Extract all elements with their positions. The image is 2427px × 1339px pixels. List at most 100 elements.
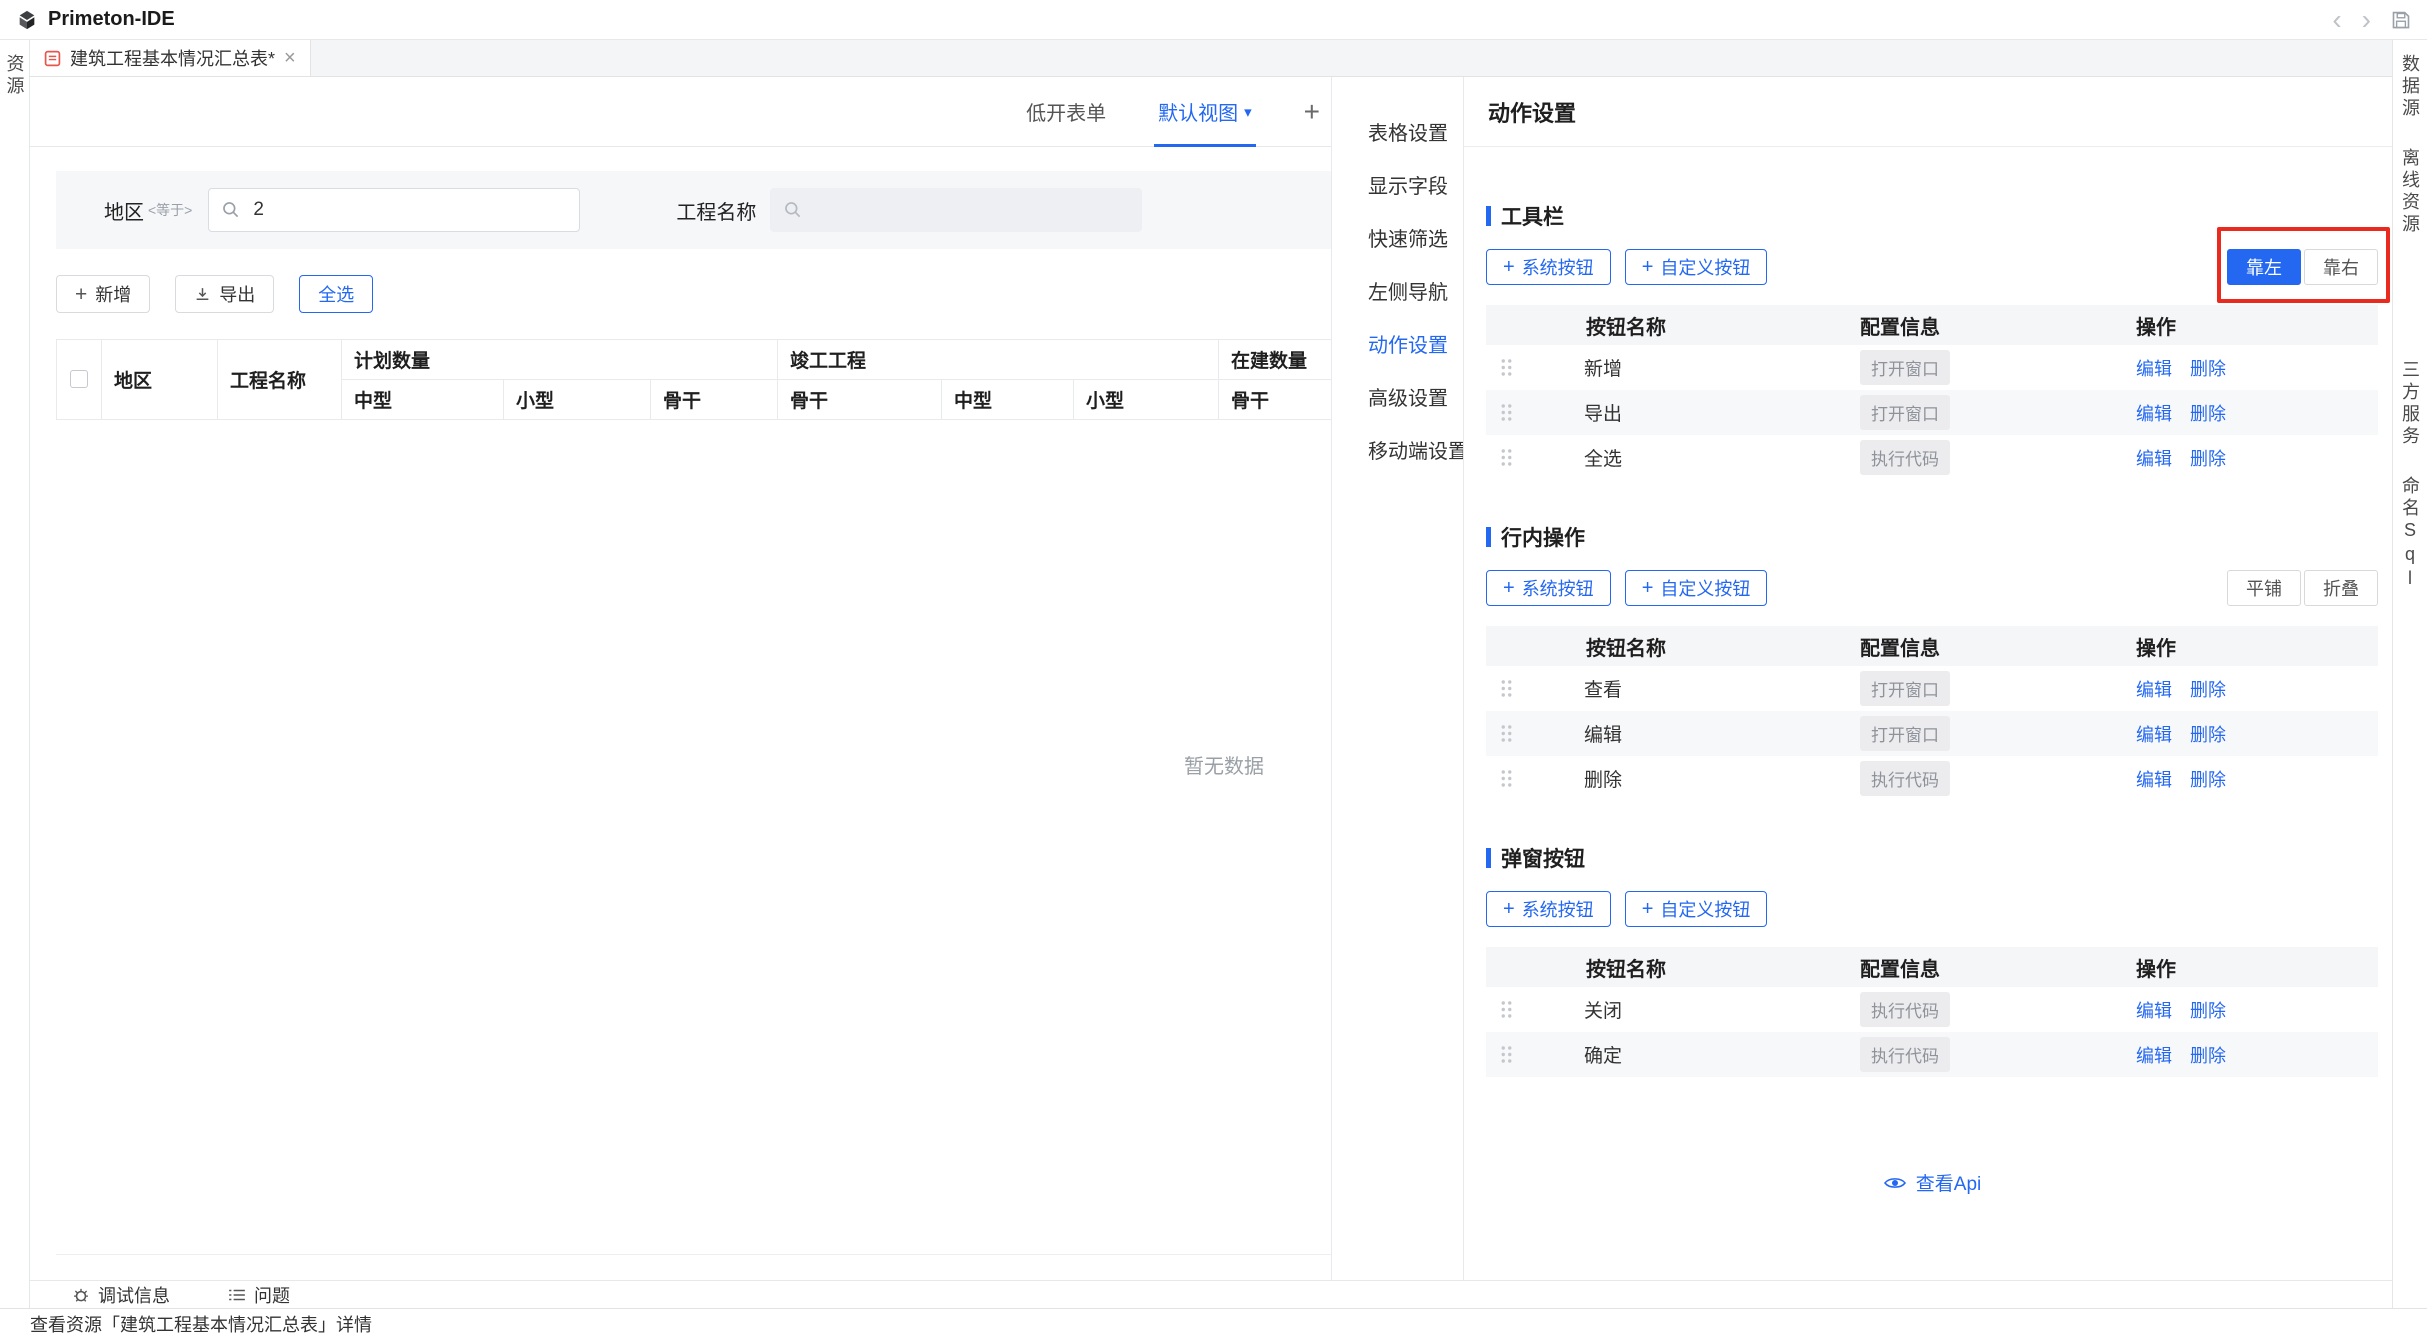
debug-info-button[interactable]: 调试信息	[72, 1282, 170, 1308]
plus-icon: +	[1642, 578, 1654, 598]
edit-link[interactable]: 编辑	[2136, 721, 2172, 747]
select-all-checkbox[interactable]	[70, 370, 88, 388]
rail-item-datasource[interactable]: 数据源	[2397, 54, 2423, 120]
filter-region-input[interactable]	[208, 188, 580, 232]
delete-link[interactable]: 删除	[2190, 400, 2226, 426]
nav-back-icon[interactable]: ‹	[2332, 6, 2341, 34]
accent-bar	[1486, 527, 1491, 547]
toolbar-buttons-table: 按钮名称 配置信息 操作 新增 打开窗口 编辑删除	[1486, 305, 2378, 480]
left-rail: 资源	[0, 40, 30, 1308]
tile-toggle[interactable]: 平铺	[2227, 570, 2301, 606]
panel-title: 动作设置	[1464, 77, 2392, 147]
drag-handle-icon[interactable]	[1500, 1045, 1584, 1064]
plus-icon: +	[1503, 899, 1515, 919]
drag-handle-icon[interactable]	[1500, 358, 1584, 377]
delete-link[interactable]: 删除	[2190, 766, 2226, 792]
col-header: 小型	[504, 380, 651, 420]
button-name: 全选	[1584, 444, 1860, 471]
custom-button-add[interactable]: + 自定义按钮	[1625, 891, 1768, 927]
drag-handle-icon[interactable]	[1500, 769, 1584, 788]
delete-link[interactable]: 删除	[2190, 721, 2226, 747]
drag-handle-icon[interactable]	[1500, 448, 1584, 467]
add-view-button[interactable]: +	[1304, 98, 1320, 126]
col-header: 中型	[942, 380, 1074, 420]
rail-item-named-sql[interactable]: 命名Sql	[2397, 476, 2423, 592]
filter-region-searchbox	[208, 188, 580, 232]
nav-forward-icon[interactable]: ›	[2362, 6, 2371, 34]
col-header-region: 地区	[102, 340, 218, 420]
tab-form-summary[interactable]: 建筑工程基本情况汇总表* ×	[30, 40, 311, 76]
settings-nav-fields[interactable]: 显示字段	[1332, 158, 1463, 211]
edit-link[interactable]: 编辑	[2136, 400, 2172, 426]
drag-handle-icon[interactable]	[1500, 1000, 1584, 1019]
custom-button-add[interactable]: + 自定义按钮	[1625, 570, 1768, 606]
filter-project-label: 工程名称	[676, 196, 756, 225]
edit-link[interactable]: 编辑	[2136, 355, 2172, 381]
debug-bar: 调试信息 问题	[30, 1280, 2392, 1308]
delete-link[interactable]: 删除	[2190, 997, 2226, 1023]
button-name: 编辑	[1584, 720, 1860, 747]
section-inline-ops-title: 行内操作	[1486, 522, 2378, 552]
app-window: Primeton-IDE ‹ › 资源 建筑工程基本情况汇总表* ×	[0, 0, 2427, 1339]
select-all-button[interactable]: 全选	[299, 275, 373, 313]
edit-link[interactable]: 编辑	[2136, 766, 2172, 792]
system-button-add[interactable]: + 系统按钮	[1486, 891, 1611, 927]
table-row: 新增 打开窗口 编辑删除	[1486, 345, 2378, 390]
delete-link[interactable]: 删除	[2190, 676, 2226, 702]
settings-nav-advanced[interactable]: 高级设置	[1332, 370, 1463, 423]
system-button-add[interactable]: + 系统按钮	[1486, 570, 1611, 606]
drag-handle-icon[interactable]	[1500, 403, 1584, 422]
filter-region-operator[interactable]: <等于>	[148, 200, 192, 220]
align-left-toggle[interactable]: 靠左	[2227, 249, 2301, 285]
section-inline-ops: 行内操作 + 系统按钮 + 自定义按钮	[1486, 522, 2378, 801]
tab-close-icon[interactable]: ×	[284, 48, 296, 68]
settings-nav-left-nav[interactable]: 左侧导航	[1332, 264, 1463, 317]
dialog-buttons-table: 按钮名称 配置信息 操作 关闭 执行代码 编辑删除	[1486, 947, 2378, 1077]
delete-link[interactable]: 删除	[2190, 1042, 2226, 1068]
th-config-info: 配置信息	[1860, 632, 2136, 661]
add-row-button[interactable]: + 新增	[56, 275, 150, 313]
delete-link[interactable]: 删除	[2190, 355, 2226, 381]
search-icon	[783, 200, 802, 219]
edit-link[interactable]: 编辑	[2136, 997, 2172, 1023]
default-view-tab[interactable]: 默认视图 ▾	[1158, 77, 1252, 146]
drag-handle-icon[interactable]	[1500, 724, 1584, 743]
edit-link[interactable]: 编辑	[2136, 1042, 2172, 1068]
config-chip: 打开窗口	[1860, 671, 1950, 706]
collapse-toggle[interactable]: 折叠	[2304, 570, 2378, 606]
debug-icon	[72, 1286, 90, 1304]
custom-button-add[interactable]: + 自定义按钮	[1625, 249, 1768, 285]
settings-nav-actions[interactable]: 动作设置	[1332, 317, 1463, 370]
table-row: 查看 打开窗口 编辑删除	[1486, 666, 2378, 711]
rail-item-resources[interactable]: 资源	[2, 54, 28, 98]
rail-item-offline-resources[interactable]: 离线资源	[2397, 148, 2423, 236]
col-group-completed: 竣工工程	[778, 340, 1219, 380]
edit-link[interactable]: 编辑	[2136, 445, 2172, 471]
save-icon[interactable]	[2391, 10, 2411, 30]
problems-button[interactable]: 问题	[228, 1282, 290, 1308]
config-chip: 执行代码	[1860, 440, 1950, 475]
table-row: 关闭 执行代码 编辑删除	[1486, 987, 2378, 1032]
rail-item-third-party-services[interactable]: 三方服务	[2397, 360, 2423, 448]
align-right-toggle[interactable]: 靠右	[2304, 249, 2378, 285]
drag-handle-icon[interactable]	[1500, 679, 1584, 698]
download-icon	[194, 286, 211, 303]
filter-project-input[interactable]	[770, 188, 1142, 232]
filter-region-label: 地区	[104, 196, 144, 225]
edit-link[interactable]: 编辑	[2136, 676, 2172, 702]
settings-nav-quick-filter[interactable]: 快速筛选	[1332, 211, 1463, 264]
app-logo-icon	[16, 9, 38, 31]
form-type-label[interactable]: 低开表单	[1026, 97, 1106, 126]
settings-nav-mobile[interactable]: 移动端设置	[1332, 423, 1463, 476]
settings-nav: 表格设置 显示字段 快速筛选 左侧导航 动作设置 高级设置 移动端设置	[1331, 77, 1463, 1280]
view-api-link[interactable]: 查看Api	[1486, 1169, 2378, 1196]
system-button-add[interactable]: + 系统按钮	[1486, 249, 1611, 285]
table-row: 确定 执行代码 编辑删除	[1486, 1032, 2378, 1077]
plus-icon: +	[1503, 578, 1515, 598]
table-row: 删除 执行代码 编辑删除	[1486, 756, 2378, 801]
delete-link[interactable]: 删除	[2190, 445, 2226, 471]
settings-nav-table[interactable]: 表格设置	[1332, 105, 1463, 158]
export-button[interactable]: 导出	[175, 275, 274, 313]
button-name: 导出	[1584, 399, 1860, 426]
button-name: 删除	[1584, 765, 1860, 792]
